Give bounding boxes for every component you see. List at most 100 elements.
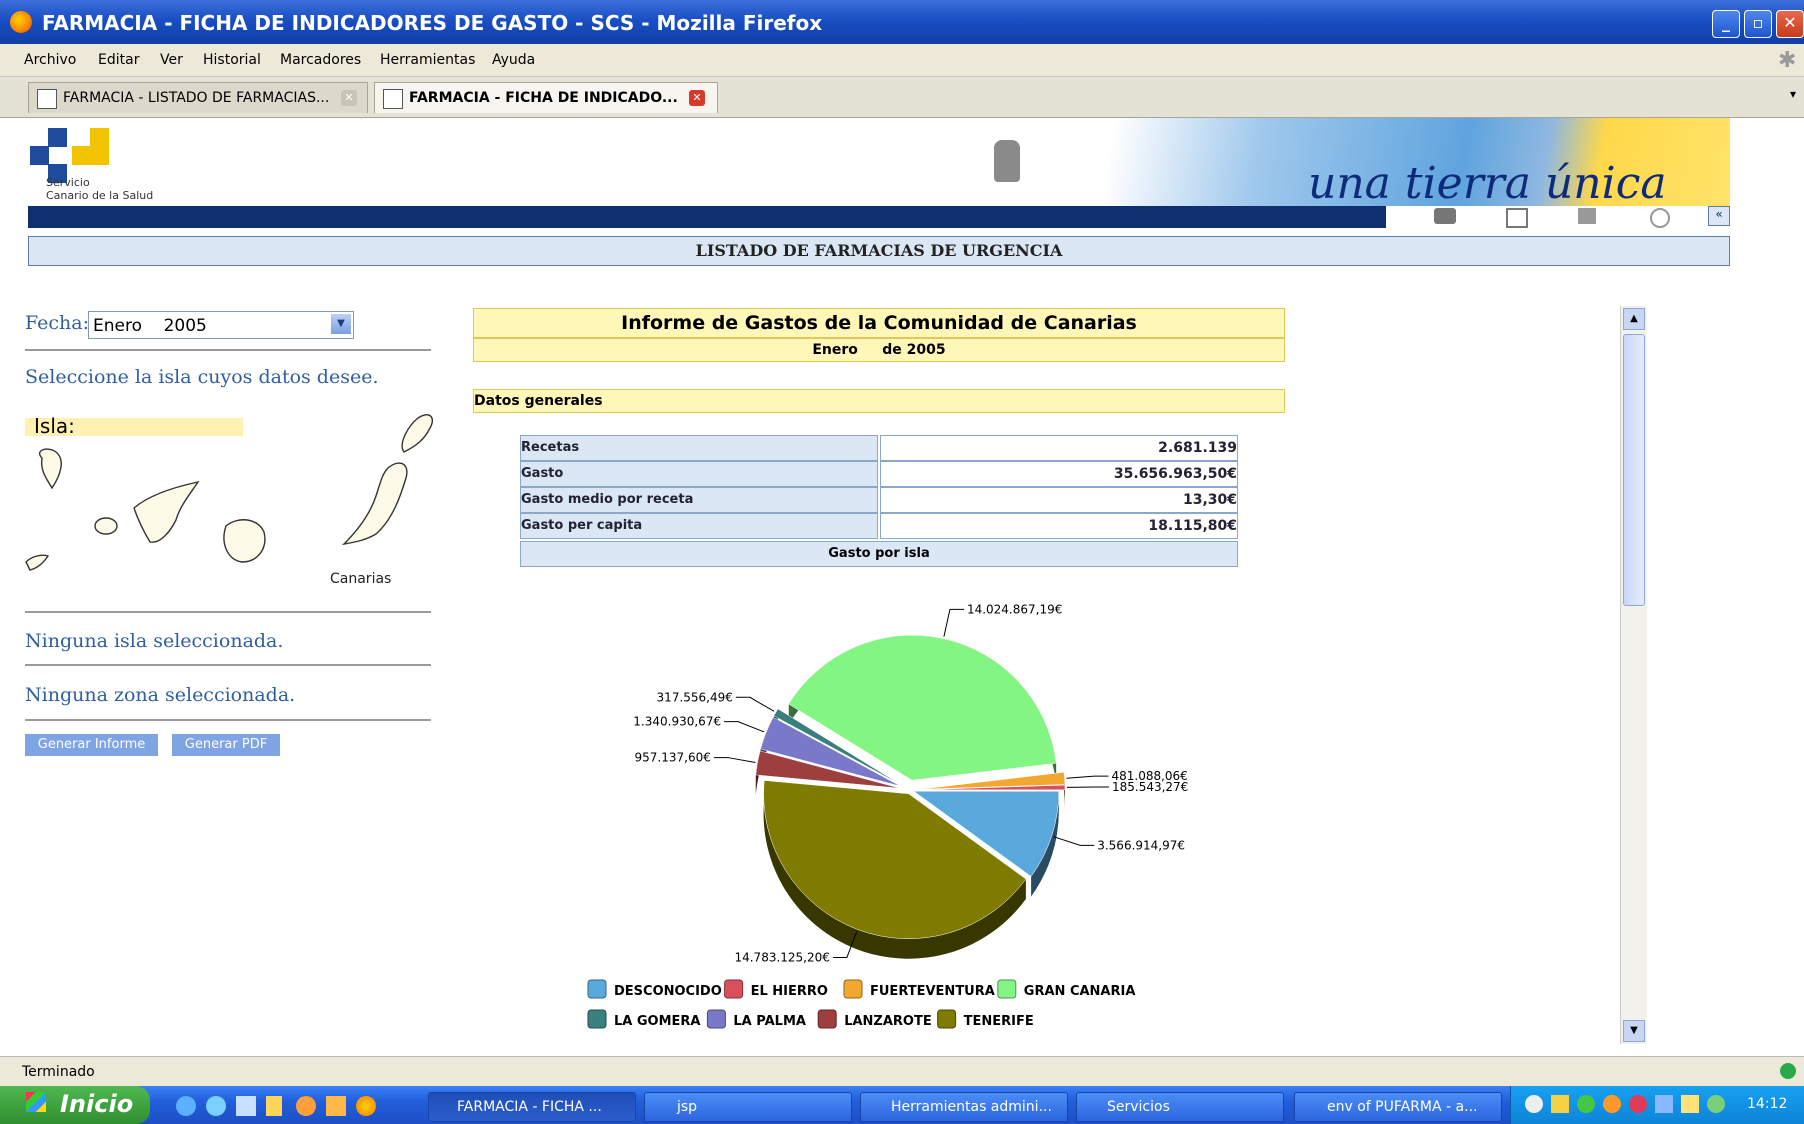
desktop-icon[interactable]: [236, 1096, 256, 1116]
quick-launch: [176, 1094, 376, 1118]
tray-icon[interactable]: [1655, 1095, 1673, 1113]
close-window-button[interactable]: ✕: [1776, 10, 1804, 38]
island-la-gomera[interactable]: [94, 517, 118, 535]
tray-icon[interactable]: [1629, 1095, 1647, 1113]
tray-icon[interactable]: [1603, 1095, 1621, 1113]
island-gran-canaria[interactable]: [223, 519, 266, 563]
tab-list-arrow-icon[interactable]: ▾: [1790, 87, 1796, 101]
row-gasto-medio-label: Gasto medio por receta: [520, 487, 878, 513]
section-datos-generales: Datos generales: [473, 389, 1285, 413]
browser-icon[interactable]: [206, 1096, 226, 1116]
help-icon[interactable]: [1650, 208, 1670, 228]
row-gasto-capita-value: 18.115,80€: [880, 513, 1238, 539]
scroll-down-icon[interactable]: ▼: [1623, 1020, 1645, 1042]
task-pufarma[interactable]: env of PUFARMA - a...: [1294, 1092, 1502, 1122]
document-icon[interactable]: [1506, 208, 1528, 228]
tray-icon[interactable]: [1577, 1095, 1595, 1113]
app-icon[interactable]: [296, 1096, 316, 1116]
scroll-up-icon[interactable]: ▲: [1623, 308, 1645, 330]
legend-label-desconocido: DESCONOCIDO: [614, 984, 722, 999]
minimize-button[interactable]: _: [1712, 10, 1740, 38]
fecha-label: Fecha:: [25, 312, 89, 334]
menu-historial[interactable]: Historial: [203, 52, 261, 68]
wifi-icon[interactable]: [1707, 1095, 1725, 1113]
fecha-select[interactable]: Enero 2005 ▼: [88, 311, 354, 339]
leader-line-la-gomera: [735, 696, 775, 712]
generar-informe-button[interactable]: Generar Informe: [25, 734, 158, 756]
legend-swatch-la-palma: [706, 1009, 726, 1029]
eye-icon[interactable]: [1434, 208, 1456, 224]
section-label: Datos generales: [474, 393, 603, 409]
menu-marcadores[interactable]: Marcadores: [280, 52, 361, 68]
pie-value-label-lanzarote: 957.137,60€: [635, 751, 711, 765]
legend-swatch-la-gomera: [587, 1009, 607, 1029]
legend-swatch-desconocido: [587, 979, 607, 999]
row-gasto-value: 35.656.963,50€: [880, 461, 1238, 487]
leader-line-fuerteventura: [1066, 775, 1109, 779]
system-tray: 14:12: [1510, 1086, 1804, 1124]
ie-icon[interactable]: [176, 1096, 196, 1116]
task-herramientas[interactable]: Herramientas admini...: [860, 1092, 1068, 1122]
pie-value-label-el-hierro: 185.543,27€: [1112, 780, 1188, 794]
leader-line-lanzarote: [713, 757, 756, 763]
firefox-icon[interactable]: [356, 1096, 376, 1116]
windows-logo-icon: [26, 1092, 46, 1112]
menu-editar[interactable]: Editar: [98, 52, 139, 68]
divider: [25, 349, 431, 351]
leader-line-desconocido: [1053, 836, 1095, 846]
island-la-palma[interactable]: [38, 448, 62, 490]
island-el-hierro[interactable]: [25, 554, 50, 571]
coat-of-arms-icon: [994, 140, 1020, 182]
menu-archivo[interactable]: Archivo: [24, 52, 76, 68]
tab-listado[interactable]: FARMACIA - LISTADO DE FARMACIAS... ✕: [28, 82, 368, 113]
tab-listado-label: FARMACIA - LISTADO DE FARMACIAS...: [63, 90, 330, 106]
restore-button[interactable]: ▫: [1744, 10, 1772, 38]
folder-icon[interactable]: [326, 1096, 346, 1116]
menu-herramientas[interactable]: Herramientas: [380, 52, 475, 68]
logo-line-1: Servicio: [46, 176, 90, 189]
row-recetas-label: Recetas: [520, 435, 878, 461]
task-firefox[interactable]: FARMACIA - FICHA ...: [428, 1092, 636, 1122]
window-titlebar[interactable]: FARMACIA - FICHA DE INDICADORES DE GASTO…: [0, 0, 1804, 44]
tray-icon[interactable]: [1681, 1095, 1699, 1113]
header-icons: «: [1386, 206, 1730, 228]
generar-pdf-button[interactable]: Generar PDF: [172, 734, 280, 756]
chevron-down-icon[interactable]: ▼: [331, 314, 351, 334]
tray-icon[interactable]: [1525, 1095, 1543, 1113]
page-favicon-icon: [383, 89, 403, 109]
island-fuerteventura[interactable]: [341, 462, 408, 546]
legend-label-la-palma: LA PALMA: [733, 1014, 806, 1029]
scroll-thumb[interactable]: [1623, 334, 1645, 606]
tab-close-icon[interactable]: ✕: [341, 90, 357, 106]
island-lanzarote[interactable]: [401, 414, 434, 453]
task-servicios[interactable]: Servicios: [1076, 1092, 1284, 1122]
divider: [25, 611, 431, 613]
menu-ayuda[interactable]: Ayuda: [492, 52, 535, 68]
header-bar: [28, 206, 1386, 228]
task-firefox-label: FARMACIA - FICHA ...: [457, 1099, 602, 1115]
tab-ficha[interactable]: FARMACIA - FICHA DE INDICADO... ✕: [374, 82, 718, 113]
tab-close-icon[interactable]: ✕: [689, 90, 705, 106]
leader-line-la-palma: [724, 721, 765, 733]
pie-value-label-la-palma: 1.340.930,67€: [633, 715, 721, 729]
vertical-scrollbar[interactable]: ▲ ▼: [1620, 306, 1647, 1044]
sitemap-icon[interactable]: [1578, 208, 1596, 224]
clock: 14:12: [1747, 1096, 1788, 1112]
pie-value-label-desconocido: 3.566.914,97€: [1097, 838, 1185, 852]
firefox-icon: [10, 11, 32, 33]
legend-swatch-tenerife: [937, 1009, 957, 1029]
legend-label-la-gomera: LA GOMERA: [614, 1014, 700, 1029]
menu-ver[interactable]: Ver: [160, 52, 183, 68]
task-servicios-label: Servicios: [1107, 1099, 1170, 1115]
tray-icon[interactable]: [1551, 1095, 1569, 1113]
start-button[interactable]: Inicio: [0, 1086, 150, 1124]
chart-header: Gasto por isla: [520, 541, 1238, 567]
section-title: LISTADO DE FARMACIAS DE URGENCIA: [28, 236, 1730, 266]
collapse-icon[interactable]: «: [1708, 206, 1730, 226]
tool-icon[interactable]: [266, 1096, 282, 1116]
row-gasto-capita-label: Gasto per capita: [520, 513, 878, 539]
task-jsp[interactable]: jsp: [644, 1092, 852, 1122]
row-recetas-value: 2.681.139: [880, 435, 1238, 461]
island-tenerife[interactable]: [133, 480, 200, 543]
tab-ficha-label: FARMACIA - FICHA DE INDICADO...: [409, 90, 678, 106]
